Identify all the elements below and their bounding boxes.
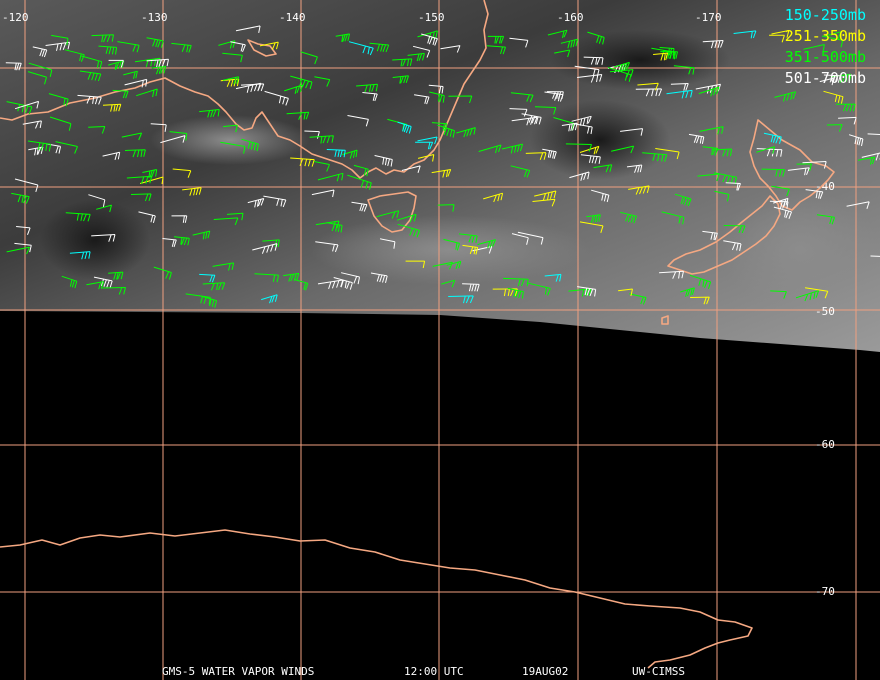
lat-label: -60: [815, 438, 835, 451]
data-source: UW-CIMSS: [632, 665, 685, 678]
lon-label: -160: [557, 11, 584, 24]
lat-label: -70: [815, 585, 835, 598]
legend-item-251-350: 251-350mb: [784, 27, 866, 45]
lon-label: -170: [695, 11, 722, 24]
lon-label: -120: [2, 11, 29, 24]
satellite-name: GMS-5 WATER VAPOR WINDS: [162, 665, 315, 678]
water-vapor-imagery: [0, 0, 880, 352]
lat-label: -50: [815, 305, 835, 318]
lon-label: -140: [279, 11, 306, 24]
pressure-legend: 150-250mb 251-350mb 351-500mb 501-700mb: [785, 5, 866, 89]
footer-caption: GMS-5 WATER VAPOR WINDS 12:00 UTC 19AUG0…: [0, 664, 880, 680]
observation-time: 12:00 UTC: [404, 665, 464, 678]
lon-label: -130: [141, 11, 168, 24]
lon-label: -150: [418, 11, 445, 24]
legend-item-150-250: 150-250mb: [784, 6, 866, 24]
antarctica-coast: [0, 529, 753, 669]
observation-date: 19AUG02: [522, 665, 569, 678]
legend-item-501-700: 501-700mb: [784, 69, 866, 87]
legend-item-351-500: 351-500mb: [784, 48, 866, 66]
satellite-map: -120 -130 -140 -150 -160 -170 -40 -50 -6…: [0, 0, 880, 680]
